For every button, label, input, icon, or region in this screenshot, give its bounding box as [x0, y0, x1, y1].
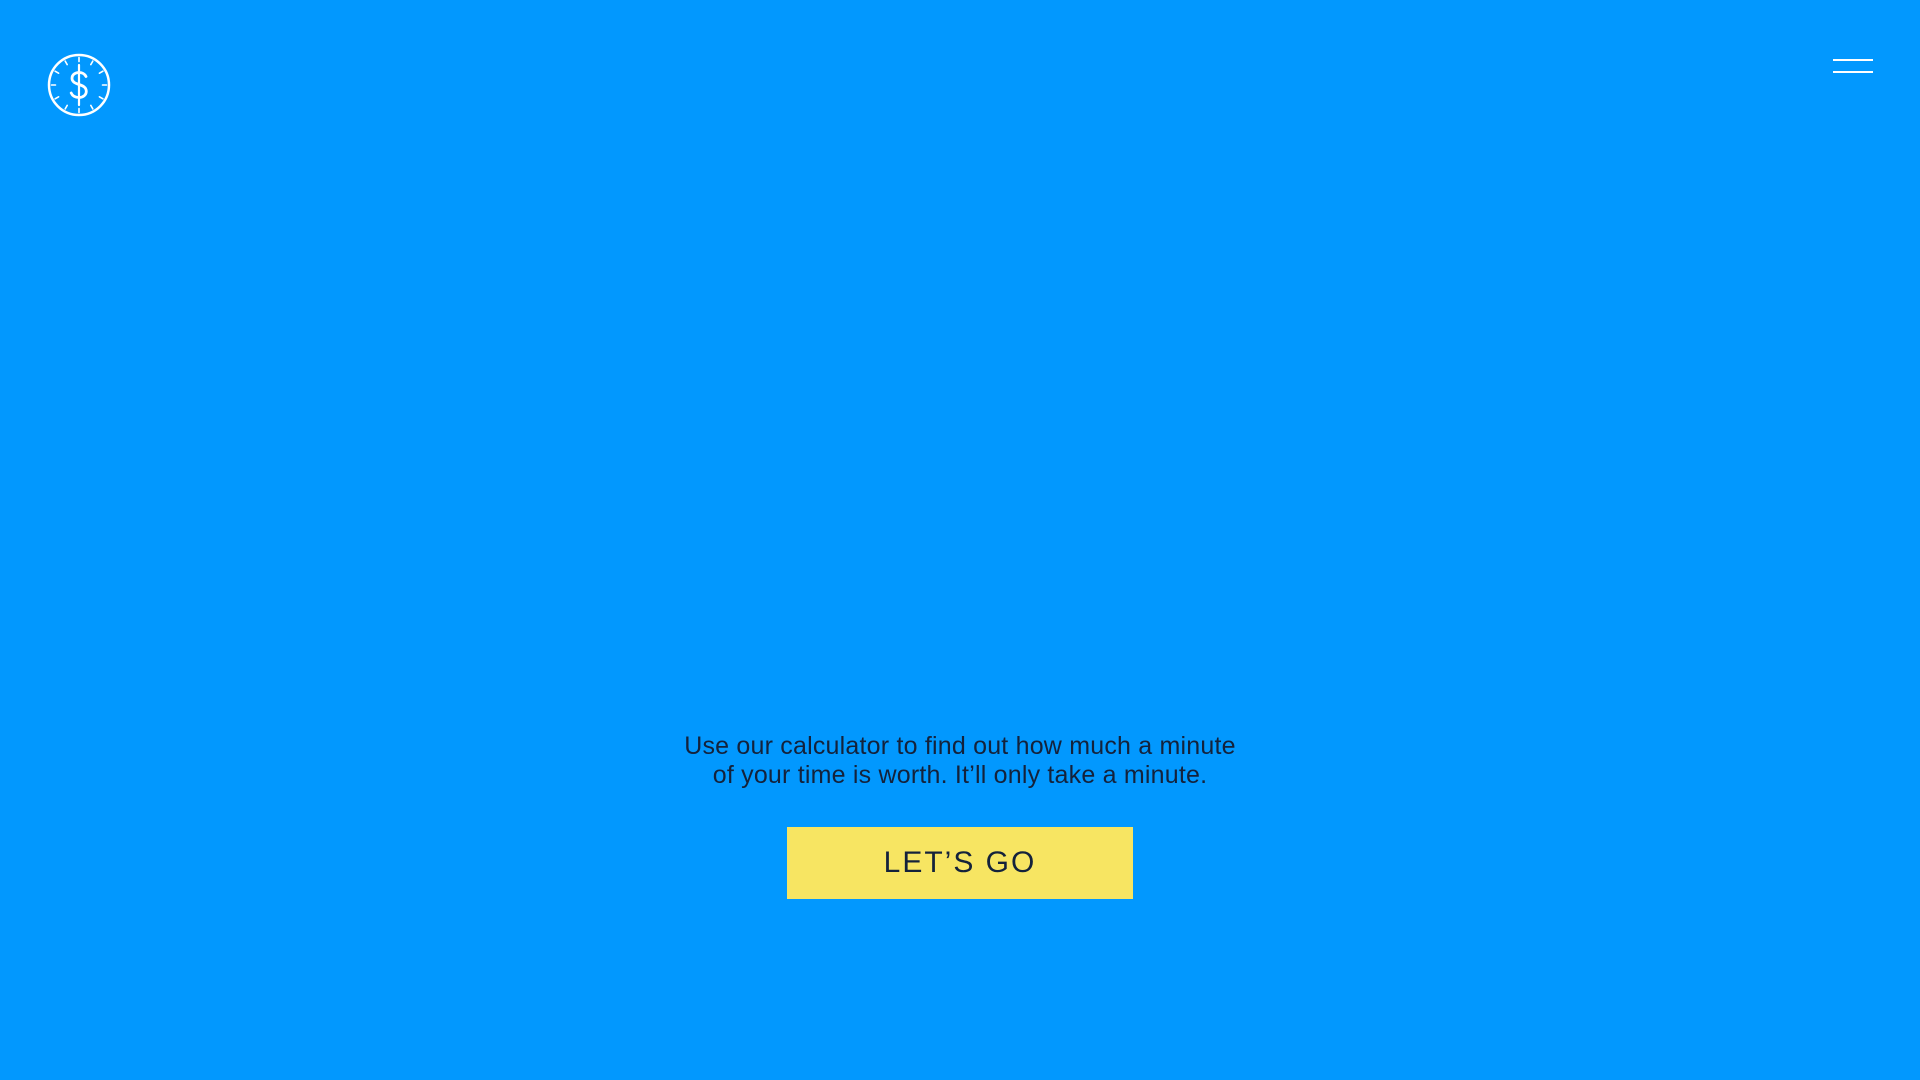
menu-bar-top: [1833, 59, 1873, 61]
hamburger-menu-button[interactable]: [1822, 46, 1884, 86]
logo-clock-dollar-icon[interactable]: [46, 52, 112, 118]
page: Use our calculator to find out how much …: [0, 0, 1920, 1080]
tagline-line-2: of your time is worth. It’ll only take a…: [712, 761, 1208, 789]
menu-bar-bottom: [1833, 71, 1873, 73]
tagline-line-1: Use our calculator to find out how much …: [684, 732, 1236, 760]
hero-section: Use our calculator to find out how much …: [0, 0, 1920, 1080]
clock-dollar-icon: [47, 53, 111, 117]
hero-tagline: Use our calculator to find out how much …: [560, 732, 1360, 790]
lets-go-button[interactable]: LET’S GO: [787, 827, 1133, 899]
